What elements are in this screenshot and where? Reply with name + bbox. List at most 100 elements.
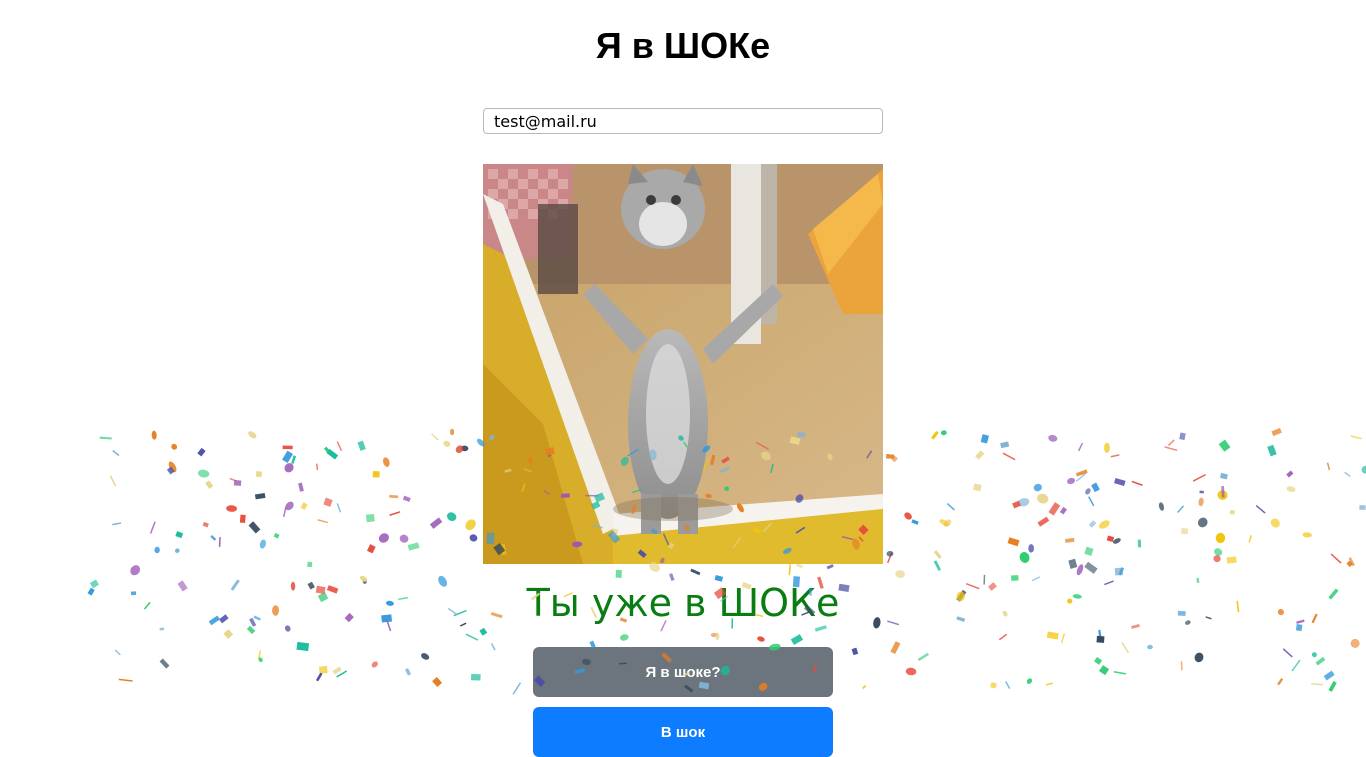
am-i-shocked-button[interactable]: Я в шоке? (533, 647, 833, 697)
confetti-piece (939, 519, 949, 526)
confetti-piece (246, 625, 256, 635)
confetti-piece (248, 521, 261, 534)
confetti-piece (1311, 652, 1317, 658)
confetti-piece (1270, 518, 1280, 528)
confetti-piece (1068, 558, 1078, 569)
confetti-piece (255, 471, 263, 478)
confetti-piece (886, 552, 893, 564)
confetti-piece (316, 463, 319, 470)
confetti-piece (1012, 500, 1021, 509)
confetti-piece (1348, 557, 1355, 567)
confetti-piece (1067, 477, 1076, 485)
confetti-piece (372, 471, 380, 478)
confetti-piece (1096, 635, 1105, 643)
confetti-piece (1137, 539, 1142, 548)
page: Я в ШОКе test@mail.ru Ты уже в ШОКе Я в … (0, 0, 1366, 757)
confetti-piece (1048, 502, 1061, 516)
confetti-piece (1282, 648, 1293, 658)
confetti-piece (291, 455, 297, 464)
confetti-piece (114, 649, 121, 656)
confetti-piece (788, 563, 792, 576)
confetti-piece (975, 450, 985, 460)
confetti-piece (1017, 498, 1030, 507)
confetti-piece (273, 532, 280, 539)
confetti-piece (891, 455, 898, 463)
confetti-piece (254, 492, 266, 500)
confetti-piece (1147, 644, 1153, 650)
confetti-piece (1113, 670, 1127, 675)
confetti-piece (1323, 670, 1335, 681)
confetti-piece (690, 568, 701, 576)
confetti-piece (259, 539, 267, 549)
confetti-piece (917, 652, 930, 662)
confetti-piece (1328, 681, 1337, 692)
confetti-piece (1315, 656, 1326, 666)
confetti-piece (229, 477, 237, 482)
confetti-piece (336, 441, 343, 452)
confetti-piece (1346, 560, 1354, 568)
confetti-piece (197, 469, 210, 478)
confetti-piece (326, 448, 339, 460)
confetti-piece (455, 445, 464, 454)
confetti-piece (1131, 480, 1143, 486)
confetti-piece (284, 463, 294, 473)
confetti-piece (233, 479, 242, 486)
confetti-piece (905, 667, 917, 676)
confetti-piece (168, 461, 177, 473)
confetti-piece (371, 661, 378, 668)
confetti-piece (1088, 520, 1097, 528)
confetti-piece (1007, 537, 1020, 547)
confetti-piece (130, 565, 141, 576)
confetti-piece (149, 521, 156, 534)
confetti-piece (972, 483, 982, 492)
confetti-piece (323, 446, 330, 453)
confetti-piece (1326, 462, 1331, 471)
confetti-piece (336, 670, 348, 678)
confetti-piece (886, 550, 894, 557)
email-field[interactable] (483, 108, 883, 134)
confetti-piece (1019, 552, 1030, 563)
confetti-piece (300, 502, 308, 511)
confetti-piece (1099, 665, 1110, 676)
confetti-piece (248, 431, 257, 439)
confetti-piece (1077, 442, 1084, 452)
confetti-piece (1005, 681, 1011, 689)
shock-button[interactable]: В шок (533, 707, 833, 757)
confetti-piece (946, 503, 955, 511)
confetti-piece (218, 537, 221, 547)
confetti-piece (1271, 427, 1282, 437)
confetti-piece (1060, 633, 1066, 644)
confetti-piece (1291, 659, 1301, 672)
confetti-piece (620, 634, 629, 641)
confetti-piece (298, 482, 304, 492)
confetti-piece (465, 633, 479, 641)
confetti-piece (402, 495, 411, 503)
confetti-piece (1076, 564, 1084, 576)
confetti-piece (1002, 452, 1016, 461)
confetti-piece (895, 570, 905, 578)
confetti-piece (383, 457, 390, 467)
confetti-piece (904, 512, 912, 520)
confetti-piece (336, 503, 342, 513)
confetti-piece (159, 658, 170, 669)
confetti-piece (790, 634, 804, 646)
confetti-piece (862, 684, 867, 690)
confetti-piece (890, 641, 901, 655)
confetti-piece (1037, 493, 1049, 504)
confetti-piece (365, 513, 375, 523)
confetti-piece (389, 511, 401, 516)
confetti-piece (366, 544, 376, 554)
confetti-piece (1104, 442, 1110, 454)
confetti-piece (1110, 454, 1120, 458)
confetti-piece (1037, 516, 1050, 527)
confetti-piece (1194, 652, 1204, 663)
confetti-piece (443, 440, 451, 448)
confetti-piece (446, 512, 457, 522)
confetti-piece (1114, 567, 1124, 576)
confetti-piece (407, 542, 420, 551)
confetti-piece (317, 519, 328, 524)
confetti-piece (258, 657, 263, 663)
confetti-piece (1277, 677, 1284, 686)
confetti-piece (450, 428, 455, 436)
confetti-piece (990, 682, 997, 689)
